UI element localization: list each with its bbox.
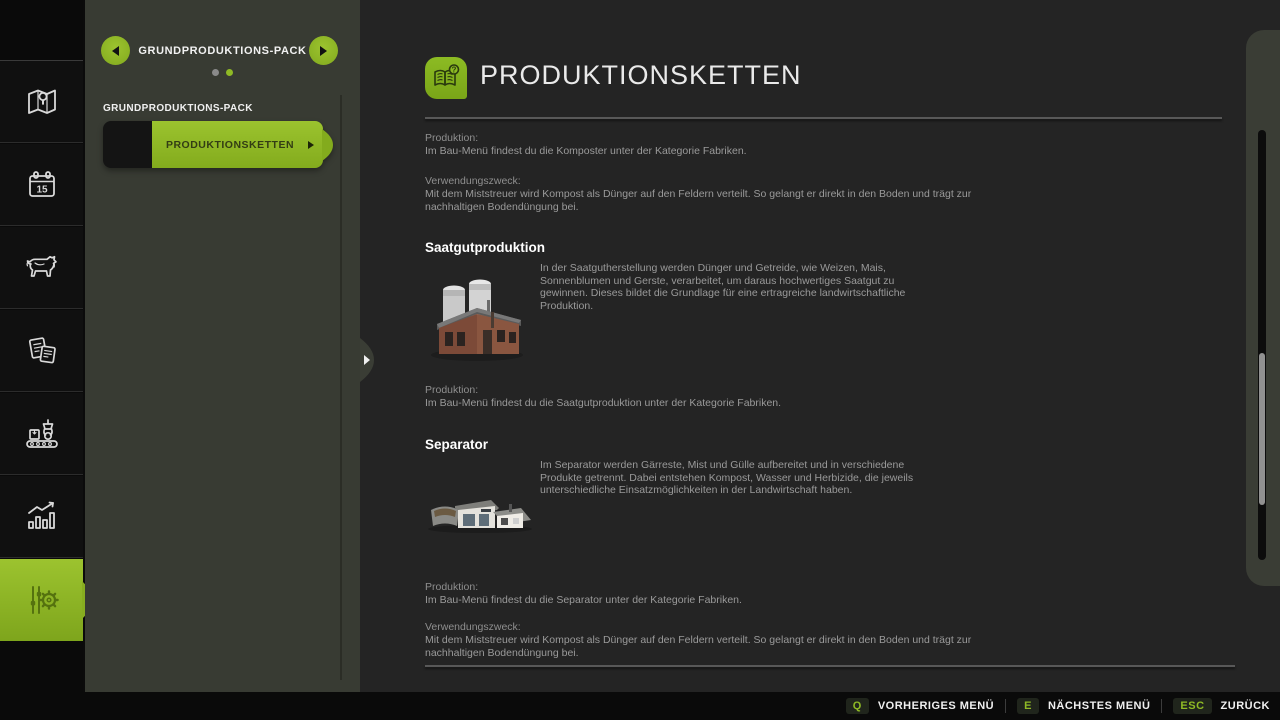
pager-dots: [85, 69, 360, 76]
content-divider-top: [425, 117, 1222, 119]
key-q: Q: [846, 698, 869, 714]
note-text: Mit dem Miststreuer wird Kompost als Dün…: [425, 634, 971, 660]
category-title: GRUNDPRODUKTIONS-PACK: [130, 45, 315, 57]
panel-collapse-handle[interactable]: [360, 338, 376, 382]
note-produktion-2: Produktion: Im Bau-Menü findest du die S…: [425, 384, 781, 410]
topic-arrow-icon: [308, 141, 314, 149]
help-menu-screen: 15: [0, 0, 1280, 720]
pager-dot[interactable]: [212, 69, 219, 76]
scrollbar-thumb[interactable]: [1259, 353, 1265, 505]
section-text-separator: Im Separator werden Gärreste, Mist und G…: [540, 459, 930, 497]
section-text-saatgutproduktion: In der Saatgutherstellung werden Dünger …: [540, 262, 930, 312]
settings-icon: [21, 579, 63, 621]
statistics-icon: [21, 496, 63, 538]
key-esc: ESC: [1173, 698, 1211, 714]
hint-separator: [1005, 699, 1006, 713]
category-pager: GRUNDPRODUKTIONS-PACK: [85, 36, 360, 66]
section-heading-saatgutproduktion: Saatgutproduktion: [425, 240, 545, 255]
note-produktion-3: Produktion: Im Bau-Menü findest du die S…: [425, 581, 742, 607]
help-topic-produktionsketten[interactable]: PRODUKTIONSKETTEN: [103, 121, 323, 168]
separator-building-image: [425, 486, 535, 539]
seed-production-building-image: [425, 262, 531, 367]
animals-icon: [21, 248, 63, 288]
next-category-button[interactable]: [309, 36, 338, 65]
sidebar-item-calendar[interactable]: 15: [0, 144, 83, 226]
sidebar-item-settings[interactable]: [0, 559, 83, 641]
sidebar-item-statistics[interactable]: [0, 476, 83, 558]
content-divider-bottom: [425, 665, 1235, 667]
svg-text:?: ?: [452, 66, 457, 75]
previous-menu-label: VORHERIGES MENÜ: [878, 700, 994, 712]
note-label: Produktion:: [425, 384, 781, 397]
selected-topic-bump: [322, 129, 334, 161]
pager-dot-active[interactable]: [226, 69, 233, 76]
note-label: Verwendungszweck:: [425, 175, 971, 188]
sidebar-item-production[interactable]: [0, 393, 83, 475]
next-menu-label: NÄCHSTES MENÜ: [1048, 700, 1150, 712]
main-menu-sidebar: 15: [0, 0, 83, 692]
contracts-icon: [22, 331, 62, 371]
back-label: ZURÜCK: [1221, 700, 1270, 712]
sidebar-item-map[interactable]: [0, 61, 83, 143]
back-hint[interactable]: ESC ZURÜCK: [1173, 698, 1270, 714]
note-verwendungszweck-1: Verwendungszweck: Mit dem Miststreuer wi…: [425, 175, 971, 214]
right-arrow-icon: [320, 46, 327, 56]
sidebar-item-animals[interactable]: [0, 227, 83, 309]
category-section-label: GRUNDPRODUKTIONS-PACK: [103, 103, 253, 114]
section-heading-separator: Separator: [425, 437, 488, 452]
note-label: Produktion:: [425, 581, 742, 594]
note-verwendungszweck-2: Verwendungszweck: Mit dem Miststreuer wi…: [425, 621, 971, 660]
content-scrollbar-rail: [1246, 30, 1280, 586]
note-text: Im Bau-Menü findest du die Saatgutproduk…: [425, 397, 781, 410]
topic-icon-slot: [103, 121, 152, 168]
note-produktion-1: Produktion: Im Bau-Menü findest du die K…: [425, 132, 747, 158]
subpanel-scrollbar[interactable]: [340, 95, 342, 680]
previous-category-button[interactable]: [101, 36, 130, 65]
note-text: Im Bau-Menü findest du die Separator unt…: [425, 594, 742, 607]
previous-menu-hint[interactable]: Q VORHERIGES MENÜ: [846, 698, 994, 714]
note-text: Mit dem Miststreuer wird Kompost als Dün…: [425, 188, 971, 214]
help-book-icon: ?: [425, 57, 467, 99]
page-title: PRODUKTIONSKETTEN: [480, 60, 802, 91]
map-icon: [22, 82, 62, 122]
hint-separator: [1161, 699, 1162, 713]
next-menu-hint[interactable]: E NÄCHSTES MENÜ: [1017, 698, 1150, 714]
key-e: E: [1017, 698, 1039, 714]
left-arrow-icon: [112, 46, 119, 56]
production-icon: [21, 413, 63, 455]
note-text: Im Bau-Menü findest du die Komposter unt…: [425, 145, 747, 158]
shortcut-bar: Q VORHERIGES MENÜ E NÄCHSTES MENÜ ESC ZU…: [0, 692, 1280, 720]
topic-label: PRODUKTIONSKETTEN: [152, 139, 308, 151]
sidebar-item-contracts[interactable]: [0, 310, 83, 392]
svg-text:15: 15: [36, 184, 48, 195]
help-content-panel: ? PRODUKTIONSKETTEN Produktion: Im Bau-M…: [360, 0, 1280, 692]
note-label: Verwendungszweck:: [425, 621, 971, 634]
note-label: Produktion:: [425, 132, 747, 145]
help-category-panel: GRUNDPRODUKTIONS-PACK GRUNDPRODUKTIONS-P…: [85, 0, 360, 692]
calendar-icon: 15: [22, 165, 62, 205]
